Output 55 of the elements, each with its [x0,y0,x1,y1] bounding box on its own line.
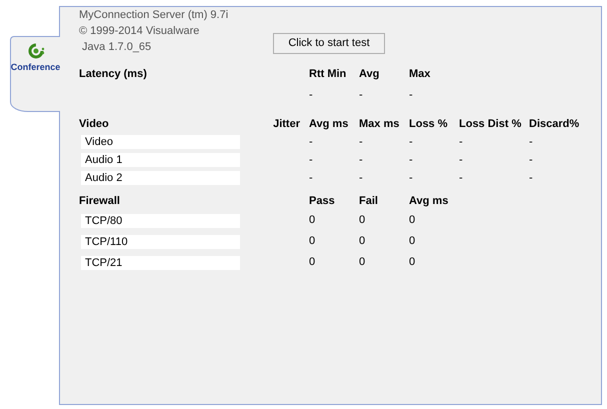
column-heading: Avg ms [409,194,450,209]
table-cell-text: - [409,170,414,186]
table-cell-text: 0 [309,255,316,270]
table-cell-text: - [409,152,414,168]
about-text: Java 1.7.0_65 [81,40,152,55]
tab-label: Conference [10,61,60,74]
table-cell-text: 0 [409,213,416,228]
table-cell-text: 0 [359,234,366,250]
table-cell-text: - [529,134,534,150]
table-cell-text: 0 [409,255,416,270]
table-cell-text: - [529,152,534,168]
ring-icon [26,42,44,60]
about-text: © 1999-2014 Visualware [79,24,200,39]
table-cell-text: - [359,170,364,186]
table-cell-text: 0 [309,213,316,228]
column-heading: Max [409,66,432,82]
table-cell-text: - [459,152,464,168]
table-cell-text: - [459,170,464,186]
column-heading: Max ms [359,116,400,132]
about-text: MyConnection Server (tm) 9.7i [79,8,230,23]
column-heading: Rtt Min [309,66,348,82]
table-cell-text: 0 [409,234,416,250]
table-cell-text: - [309,88,314,103]
table-cell-text: - [359,152,364,168]
table-cell-text: 0 [309,234,316,250]
table-cell-text: - [459,134,464,150]
column-heading: Fail [359,194,379,209]
section-heading: Firewall [79,194,121,209]
section-heading: Video [79,116,110,132]
row-label: TCP/80 [81,214,240,228]
section-heading: Latency (ms) [79,66,148,82]
table-cell-text: - [359,134,364,150]
table-cell-text: - [409,134,414,150]
column-heading: Avg [359,66,380,82]
table-cell-text: - [309,134,314,150]
conference-tab[interactable]: Conference [10,36,60,112]
table-cell-text: - [309,152,314,168]
table-cell-text: - [529,170,534,186]
row-label: Audio 1 [81,153,240,167]
row-label: TCP/110 [81,234,240,248]
column-heading: Avg ms [309,116,350,132]
table-cell-text: 0 [359,213,366,228]
column-heading: Loss % [409,116,449,132]
row-label: TCP/21 [81,256,240,270]
row-label: Video [81,135,240,149]
column-heading: Jitter [272,116,301,132]
table-cell-text: 0 [359,255,366,270]
column-heading: Discard% [529,116,580,132]
table-cell-text: - [409,88,414,103]
start-test-button[interactable]: Click to start test [273,33,385,54]
column-heading: Loss Dist % [459,116,522,132]
table-cell-text: - [359,88,364,103]
table-cell-text: - [309,170,314,186]
row-label: Audio 2 [81,171,240,185]
column-heading: Pass [309,194,336,209]
